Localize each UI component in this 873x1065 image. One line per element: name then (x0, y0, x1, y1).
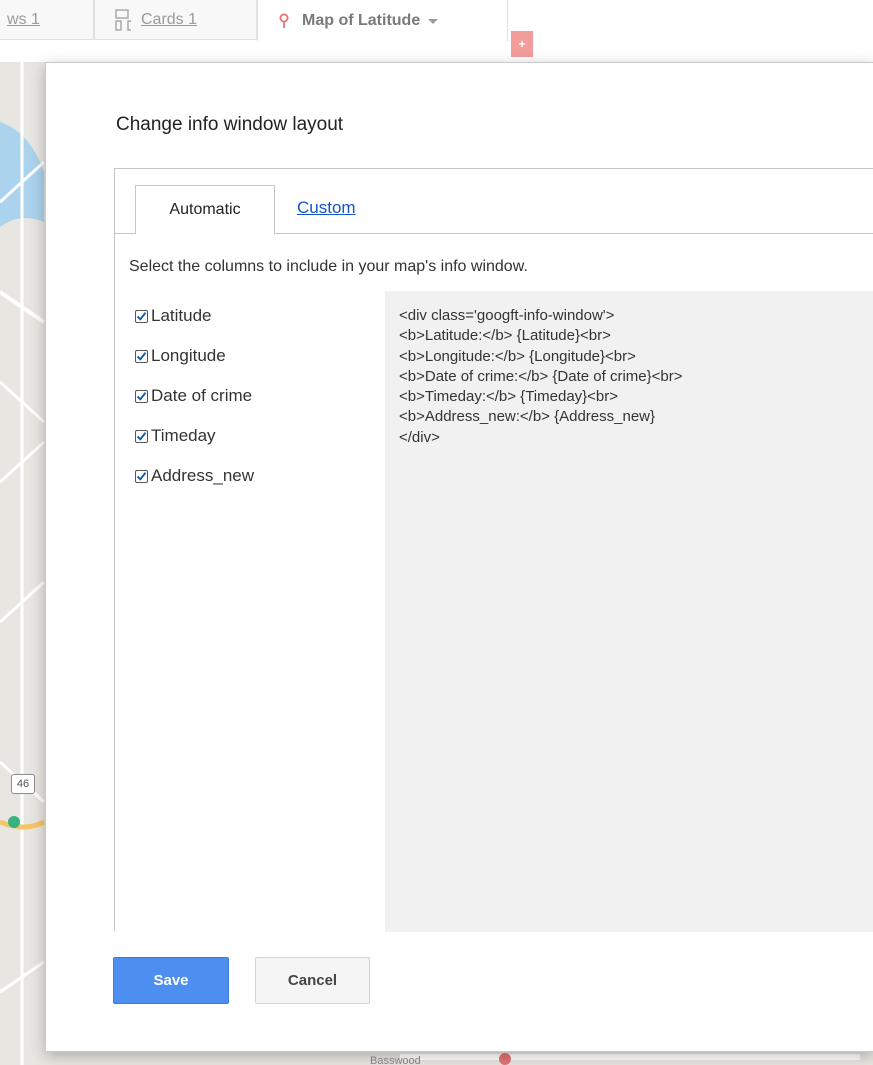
info-window-layout-dialog: Change info window layout Automatic Cust… (45, 62, 873, 1052)
top-tab-bar: ws 1 Cards 1 Map of Latitude + (0, 0, 873, 63)
tab-rows-label[interactable]: ws 1 (7, 11, 40, 29)
tab-map[interactable]: Map of Latitude (257, 0, 508, 41)
add-tab-button[interactable]: + (511, 31, 533, 57)
cancel-button[interactable]: Cancel (255, 957, 370, 1004)
longitude-checkbox[interactable] (135, 349, 148, 363)
instruction-text: Select the columns to include in your ma… (129, 258, 528, 275)
check-icon (136, 431, 147, 441)
tab-automatic[interactable]: Automatic (135, 185, 275, 234)
map-pin-icon (279, 13, 289, 28)
check-icon (136, 351, 147, 361)
tab-rows[interactable]: ws 1 (0, 0, 94, 40)
timeday-checkbox[interactable] (135, 429, 148, 443)
layout-tabs: Automatic Custom (115, 169, 873, 234)
column-item-address-new[interactable]: Address_new (135, 466, 254, 486)
highway-shield: 46 (11, 774, 35, 794)
column-item-timeday[interactable]: Timeday (135, 426, 216, 446)
check-icon (136, 311, 147, 321)
column-item-longitude[interactable]: Longitude (135, 346, 226, 366)
tab-cards[interactable]: Cards 1 (94, 0, 257, 40)
address-new-checkbox[interactable] (135, 469, 148, 483)
save-button[interactable]: Save (113, 957, 229, 1004)
tab-cards-label[interactable]: Cards 1 (141, 11, 197, 29)
tab-custom[interactable]: Custom (297, 198, 356, 218)
column-item-date-of-crime[interactable]: Date of crime (135, 386, 252, 406)
layout-panel: Automatic Custom Select the columns to i… (114, 168, 873, 932)
column-label: Timeday (151, 426, 216, 445)
tab-map-label: Map of Latitude (302, 11, 421, 29)
template-code-preview: <div class='googft-info-window'> <b>Lati… (385, 291, 873, 932)
map-place-label: Basswood (370, 1055, 421, 1065)
column-label: Date of crime (151, 386, 253, 405)
check-icon (136, 471, 147, 481)
dialog-title: Change info window layout (116, 114, 344, 135)
cards-icon (115, 8, 131, 31)
column-item-latitude[interactable]: Latitude (135, 306, 212, 326)
check-icon (136, 391, 147, 401)
chevron-down-icon[interactable] (428, 19, 439, 24)
columns-list: Latitude Longitude Date of crime Timeday (115, 291, 385, 932)
date-of-crime-checkbox[interactable] (135, 389, 148, 403)
latitude-checkbox[interactable] (135, 309, 148, 323)
column-label: Latitude (151, 306, 212, 325)
column-label: Address_new (151, 466, 255, 485)
column-label: Longitude (151, 346, 226, 365)
